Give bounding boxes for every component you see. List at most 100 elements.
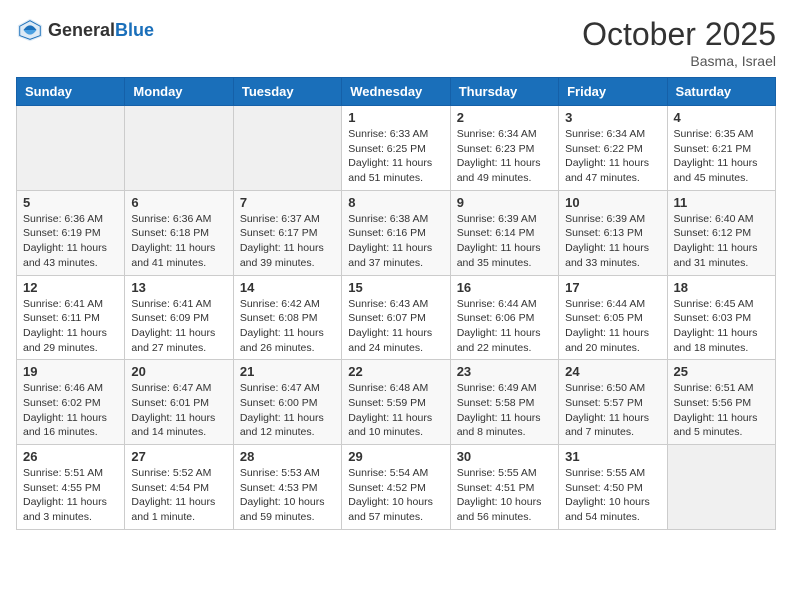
calendar-cell: 17Sunrise: 6:44 AMSunset: 6:05 PMDayligh… <box>559 275 667 360</box>
calendar-week-row: 26 Sunrise: 5:51 AMSunset: 4:55 PMDayligh… <box>17 445 776 530</box>
page-header: GeneralBlue October 2025 Basma, Israel <box>16 16 776 69</box>
day-info: Sunrise: 6:36 AMSunset: 6:18 PMDaylight:… <box>131 212 226 271</box>
day-info: Sunrise: 5:55 AMSunset: 4:50 PMDaylight:… <box>565 466 660 525</box>
day-number: 1 <box>348 110 443 125</box>
calendar-cell <box>667 445 775 530</box>
day-info: Sunrise: 6:48 AMSunset: 5:59 PMDaylight:… <box>348 381 443 440</box>
day-number: 16 <box>457 280 552 295</box>
day-info: Sunrise: 6:41 AMSunset: 6:09 PMDaylight:… <box>131 297 226 356</box>
day-number: 30 <box>457 449 552 464</box>
day-number: 6 <box>131 195 226 210</box>
calendar-cell: 3 Sunrise: 6:34 AMSunset: 6:22 PMDaylight… <box>559 106 667 191</box>
calendar-cell: 22 Sunrise: 6:48 AMSunset: 5:59 PMDayligh… <box>342 360 450 445</box>
calendar-cell: 15 Sunrise: 6:43 AMSunset: 6:07 PMDayligh… <box>342 275 450 360</box>
logo: GeneralBlue <box>16 16 154 44</box>
day-info: Sunrise: 6:34 AMSunset: 6:23 PMDaylight:… <box>457 127 552 186</box>
day-number: 3 <box>565 110 660 125</box>
calendar-cell: 28Sunrise: 5:53 AMSunset: 4:53 PMDayligh… <box>233 445 341 530</box>
calendar-cell: 29 Sunrise: 5:54 AMSunset: 4:52 PMDayligh… <box>342 445 450 530</box>
day-info: Sunrise: 5:53 AMSunset: 4:53 PMDaylight:… <box>240 466 335 525</box>
calendar-week-row: 12 Sunrise: 6:41 AMSunset: 6:11 PMDayligh… <box>17 275 776 360</box>
day-number: 29 <box>348 449 443 464</box>
day-info: Sunrise: 6:39 AMSunset: 6:14 PMDaylight:… <box>457 212 552 271</box>
day-info: Sunrise: 6:40 AMSunset: 6:12 PMDaylight:… <box>674 212 769 271</box>
day-info: Sunrise: 6:45 AMSunset: 6:03 PMDaylight:… <box>674 297 769 356</box>
day-number: 15 <box>348 280 443 295</box>
day-info: Sunrise: 5:52 AMSunset: 4:54 PMDaylight:… <box>131 466 226 525</box>
calendar-cell: 24Sunrise: 6:50 AMSunset: 5:57 PMDayligh… <box>559 360 667 445</box>
day-number: 9 <box>457 195 552 210</box>
calendar-cell: 1 Sunrise: 6:33 AMSunset: 6:25 PMDaylight… <box>342 106 450 191</box>
weekday-header: Sunday <box>17 78 125 106</box>
calendar-cell: 20 Sunrise: 6:47 AMSunset: 6:01 PMDayligh… <box>125 360 233 445</box>
calendar-cell: 27 Sunrise: 5:52 AMSunset: 4:54 PMDayligh… <box>125 445 233 530</box>
month-title: October 2025 <box>582 16 776 53</box>
logo-icon <box>16 16 44 44</box>
calendar-cell <box>233 106 341 191</box>
day-info: Sunrise: 5:54 AMSunset: 4:52 PMDaylight:… <box>348 466 443 525</box>
day-info: Sunrise: 6:33 AMSunset: 6:25 PMDaylight:… <box>348 127 443 186</box>
calendar-cell: 6 Sunrise: 6:36 AMSunset: 6:18 PMDaylight… <box>125 190 233 275</box>
calendar-table: SundayMondayTuesdayWednesdayThursdayFrid… <box>16 77 776 530</box>
day-number: 24 <box>565 364 660 379</box>
calendar-cell: 4 Sunrise: 6:35 AMSunset: 6:21 PMDaylight… <box>667 106 775 191</box>
day-number: 27 <box>131 449 226 464</box>
calendar-cell: 23 Sunrise: 6:49 AMSunset: 5:58 PMDayligh… <box>450 360 558 445</box>
day-number: 11 <box>674 195 769 210</box>
calendar-week-row: 5Sunrise: 6:36 AMSunset: 6:19 PMDaylight… <box>17 190 776 275</box>
calendar-cell: 25Sunrise: 6:51 AMSunset: 5:56 PMDayligh… <box>667 360 775 445</box>
calendar-cell: 10Sunrise: 6:39 AMSunset: 6:13 PMDayligh… <box>559 190 667 275</box>
day-number: 10 <box>565 195 660 210</box>
day-number: 22 <box>348 364 443 379</box>
day-number: 2 <box>457 110 552 125</box>
calendar-cell: 19Sunrise: 6:46 AMSunset: 6:02 PMDayligh… <box>17 360 125 445</box>
day-number: 14 <box>240 280 335 295</box>
calendar-cell: 9 Sunrise: 6:39 AMSunset: 6:14 PMDaylight… <box>450 190 558 275</box>
calendar-cell <box>17 106 125 191</box>
day-number: 31 <box>565 449 660 464</box>
day-number: 12 <box>23 280 118 295</box>
calendar-cell: 26 Sunrise: 5:51 AMSunset: 4:55 PMDayligh… <box>17 445 125 530</box>
calendar-cell <box>125 106 233 191</box>
day-info: Sunrise: 6:43 AMSunset: 6:07 PMDaylight:… <box>348 297 443 356</box>
calendar-cell: 2 Sunrise: 6:34 AMSunset: 6:23 PMDaylight… <box>450 106 558 191</box>
logo-blue: Blue <box>115 20 154 40</box>
day-info: Sunrise: 6:35 AMSunset: 6:21 PMDaylight:… <box>674 127 769 186</box>
day-number: 23 <box>457 364 552 379</box>
day-info: Sunrise: 6:41 AMSunset: 6:11 PMDaylight:… <box>23 297 118 356</box>
weekday-header: Saturday <box>667 78 775 106</box>
day-number: 18 <box>674 280 769 295</box>
calendar-week-row: 1 Sunrise: 6:33 AMSunset: 6:25 PMDaylight… <box>17 106 776 191</box>
logo-general: General <box>48 20 115 40</box>
calendar-cell: 14Sunrise: 6:42 AMSunset: 6:08 PMDayligh… <box>233 275 341 360</box>
day-number: 20 <box>131 364 226 379</box>
calendar-cell: 30 Sunrise: 5:55 AMSunset: 4:51 PMDayligh… <box>450 445 558 530</box>
calendar-cell: 21Sunrise: 6:47 AMSunset: 6:00 PMDayligh… <box>233 360 341 445</box>
day-info: Sunrise: 6:44 AMSunset: 6:06 PMDaylight:… <box>457 297 552 356</box>
weekday-header: Friday <box>559 78 667 106</box>
day-info: Sunrise: 6:47 AMSunset: 6:01 PMDaylight:… <box>131 381 226 440</box>
day-info: Sunrise: 6:49 AMSunset: 5:58 PMDaylight:… <box>457 381 552 440</box>
calendar-cell: 7Sunrise: 6:37 AMSunset: 6:17 PMDaylight… <box>233 190 341 275</box>
day-number: 25 <box>674 364 769 379</box>
calendar-cell: 11 Sunrise: 6:40 AMSunset: 6:12 PMDayligh… <box>667 190 775 275</box>
calendar-cell: 8Sunrise: 6:38 AMSunset: 6:16 PMDaylight… <box>342 190 450 275</box>
calendar-cell: 31 Sunrise: 5:55 AMSunset: 4:50 PMDayligh… <box>559 445 667 530</box>
title-block: October 2025 Basma, Israel <box>582 16 776 69</box>
day-number: 19 <box>23 364 118 379</box>
day-info: Sunrise: 5:55 AMSunset: 4:51 PMDaylight:… <box>457 466 552 525</box>
weekday-header: Thursday <box>450 78 558 106</box>
day-info: Sunrise: 6:34 AMSunset: 6:22 PMDaylight:… <box>565 127 660 186</box>
day-info: Sunrise: 6:47 AMSunset: 6:00 PMDaylight:… <box>240 381 335 440</box>
calendar-cell: 12 Sunrise: 6:41 AMSunset: 6:11 PMDayligh… <box>17 275 125 360</box>
calendar-week-row: 19Sunrise: 6:46 AMSunset: 6:02 PMDayligh… <box>17 360 776 445</box>
day-number: 4 <box>674 110 769 125</box>
calendar-cell: 5Sunrise: 6:36 AMSunset: 6:19 PMDaylight… <box>17 190 125 275</box>
weekday-header: Monday <box>125 78 233 106</box>
day-number: 26 <box>23 449 118 464</box>
day-info: Sunrise: 6:44 AMSunset: 6:05 PMDaylight:… <box>565 297 660 356</box>
day-number: 5 <box>23 195 118 210</box>
day-info: Sunrise: 5:51 AMSunset: 4:55 PMDaylight:… <box>23 466 118 525</box>
weekday-header: Wednesday <box>342 78 450 106</box>
day-number: 13 <box>131 280 226 295</box>
